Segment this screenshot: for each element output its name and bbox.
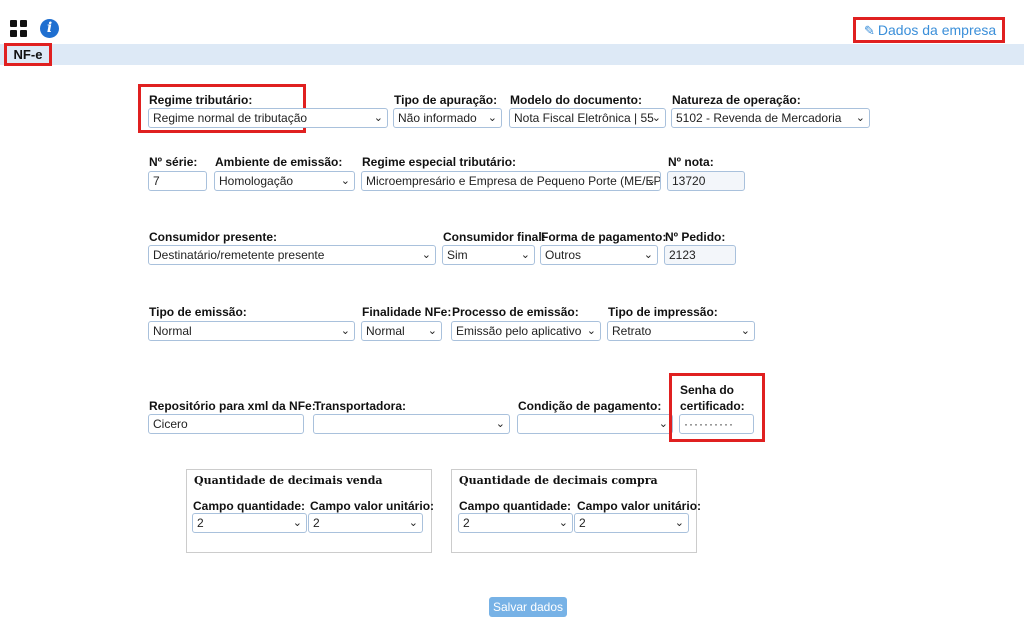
chevron-down-icon: ⌄	[558, 517, 568, 529]
modelo-documento-label: Modelo do documento:	[510, 93, 642, 107]
condicao-pagamento-label: Condição de pagamento:	[518, 399, 662, 413]
finalidade-nfe-label: Finalidade NFe:	[362, 305, 452, 319]
venda-campo-valor-label: Campo valor unitário:	[310, 499, 435, 513]
transportadora-select[interactable]: ⌄	[313, 414, 510, 434]
chevron-down-icon: ⌄	[408, 517, 418, 529]
processo-emissao-label: Processo de emissão:	[452, 305, 579, 319]
company-data-link[interactable]: ✎ Dados da empresa	[853, 17, 1005, 43]
company-data-label: Dados da empresa	[877, 22, 997, 38]
regime-especial-label: Regime especial tributário:	[362, 155, 517, 169]
chevron-down-icon: ⌄	[643, 249, 653, 261]
venda-campo-quantidade-label: Campo quantidade:	[193, 499, 306, 513]
compra-campo-valor-value: 2	[579, 516, 586, 530]
regime-tributario-select[interactable]: Regime normal de tributação ⌄	[148, 108, 388, 128]
ambiente-emissao-value: Homologação	[219, 174, 294, 188]
compra-campo-valor-select[interactable]: 2 ⌄	[574, 513, 689, 533]
tipo-emissao-select[interactable]: Normal ⌄	[148, 321, 355, 341]
chevron-down-icon: ⌄	[658, 418, 668, 430]
consumidor-presente-value: Destinatário/remetente presente	[153, 248, 325, 262]
chevron-down-icon: ⌄	[520, 249, 530, 261]
numero-serie-input[interactable]: 7	[148, 171, 207, 191]
tab-nfe[interactable]: NF-e	[4, 43, 52, 66]
senha-certificado-label-line2: certificado:	[680, 399, 745, 413]
compra-campo-quantidade-select[interactable]: 2 ⌄	[458, 513, 573, 533]
compra-campo-valor-label: Campo valor unitário:	[577, 499, 702, 513]
finalidade-nfe-select[interactable]: Normal ⌄	[361, 321, 442, 341]
numero-pedido-input[interactable]: 2123	[664, 245, 736, 265]
numero-nota-input[interactable]: 13720	[667, 171, 745, 191]
venda-campo-quantidade-value: 2	[197, 516, 204, 530]
info-icon[interactable]: i	[40, 19, 59, 38]
chevron-down-icon: ⌄	[487, 112, 497, 124]
regime-especial-value: Microempresário e Empresa de Pequeno Por…	[366, 174, 661, 188]
venda-campo-valor-select[interactable]: 2 ⌄	[308, 513, 423, 533]
modelo-documento-select[interactable]: Nota Fiscal Eletrônica | 55 ⌄	[509, 108, 666, 128]
senha-certificado-input[interactable]: ··········	[679, 414, 754, 434]
compra-campo-quantidade-label: Campo quantidade:	[459, 499, 572, 513]
transportadora-label: Transportadora:	[314, 399, 407, 413]
chevron-down-icon: ⌄	[421, 249, 431, 261]
ambiente-emissao-select[interactable]: Homologação ⌄	[214, 171, 355, 191]
processo-emissao-select[interactable]: Emissão pelo aplicativo ⌄	[451, 321, 601, 341]
processo-emissao-value: Emissão pelo aplicativo	[456, 324, 582, 338]
save-button[interactable]: Salvar dados	[489, 597, 567, 617]
chevron-down-icon: ⌄	[340, 175, 350, 187]
chevron-down-icon: ⌄	[651, 112, 661, 124]
consumidor-presente-label: Consumidor presente:	[149, 230, 278, 244]
edit-icon: ✎	[864, 23, 875, 38]
numero-nota-label: Nº nota:	[668, 155, 714, 169]
finalidade-nfe-value: Normal	[366, 324, 405, 338]
regime-especial-select[interactable]: Microempresário e Empresa de Pequeno Por…	[361, 171, 661, 191]
chevron-down-icon: ⌄	[427, 325, 437, 337]
consumidor-presente-select[interactable]: Destinatário/remetente presente ⌄	[148, 245, 436, 265]
consumidor-final-value: Sim	[447, 248, 468, 262]
grid-menu-icon[interactable]	[10, 20, 28, 38]
forma-pagamento-label: Forma de pagamento:	[541, 230, 667, 244]
modelo-documento-value: Nota Fiscal Eletrônica | 55	[514, 111, 654, 125]
tipo-apuracao-select[interactable]: Não informado ⌄	[393, 108, 502, 128]
header-band	[0, 44, 1024, 65]
chevron-down-icon: ⌄	[740, 325, 750, 337]
consumidor-final-label: Consumidor final:	[443, 230, 546, 244]
tipo-apuracao-value: Não informado	[398, 111, 477, 125]
forma-pagamento-select[interactable]: Outros ⌄	[540, 245, 658, 265]
tipo-impressao-label: Tipo de impressão:	[608, 305, 718, 319]
chevron-down-icon: ⌄	[646, 175, 656, 187]
chevron-down-icon: ⌄	[586, 325, 596, 337]
chevron-down-icon: ⌄	[674, 517, 684, 529]
repositorio-xml-label: Repositório para xml da NFe:	[149, 399, 316, 413]
venda-campo-valor-value: 2	[313, 516, 320, 530]
tipo-emissao-label: Tipo de emissão:	[149, 305, 247, 319]
repositorio-xml-input[interactable]: Cicero	[148, 414, 304, 434]
chevron-down-icon: ⌄	[855, 112, 865, 124]
natureza-operacao-label: Natureza de operação:	[672, 93, 801, 107]
venda-campo-quantidade-select[interactable]: 2 ⌄	[192, 513, 307, 533]
numero-pedido-label: Nº Pedido:	[665, 230, 726, 244]
tipo-emissao-value: Normal	[153, 324, 192, 338]
chevron-down-icon: ⌄	[373, 112, 383, 124]
compra-campo-quantidade-value: 2	[463, 516, 470, 530]
natureza-operacao-value: 5102 - Revenda de Mercadoria	[676, 111, 842, 125]
decimais-compra-title: Quantidade de decimais compra	[459, 474, 658, 487]
numero-serie-label: Nº série:	[149, 155, 198, 169]
tipo-apuracao-label: Tipo de apuração:	[394, 93, 498, 107]
ambiente-emissao-label: Ambiente de emissão:	[215, 155, 343, 169]
decimais-venda-title: Quantidade de decimais venda	[194, 474, 383, 487]
regime-tributario-value: Regime normal de tributação	[153, 111, 308, 125]
chevron-down-icon: ⌄	[495, 418, 505, 430]
tipo-impressao-select[interactable]: Retrato ⌄	[607, 321, 755, 341]
chevron-down-icon: ⌄	[292, 517, 302, 529]
senha-certificado-label-line1: Senha do	[680, 383, 735, 397]
regime-tributario-label: Regime tributário:	[149, 93, 253, 107]
consumidor-final-select[interactable]: Sim ⌄	[442, 245, 535, 265]
forma-pagamento-value: Outros	[545, 248, 582, 262]
natureza-operacao-select[interactable]: 5102 - Revenda de Mercadoria ⌄	[671, 108, 870, 128]
condicao-pagamento-select[interactable]: ⌄	[517, 414, 673, 434]
tipo-impressao-value: Retrato	[612, 324, 652, 338]
chevron-down-icon: ⌄	[340, 325, 350, 337]
